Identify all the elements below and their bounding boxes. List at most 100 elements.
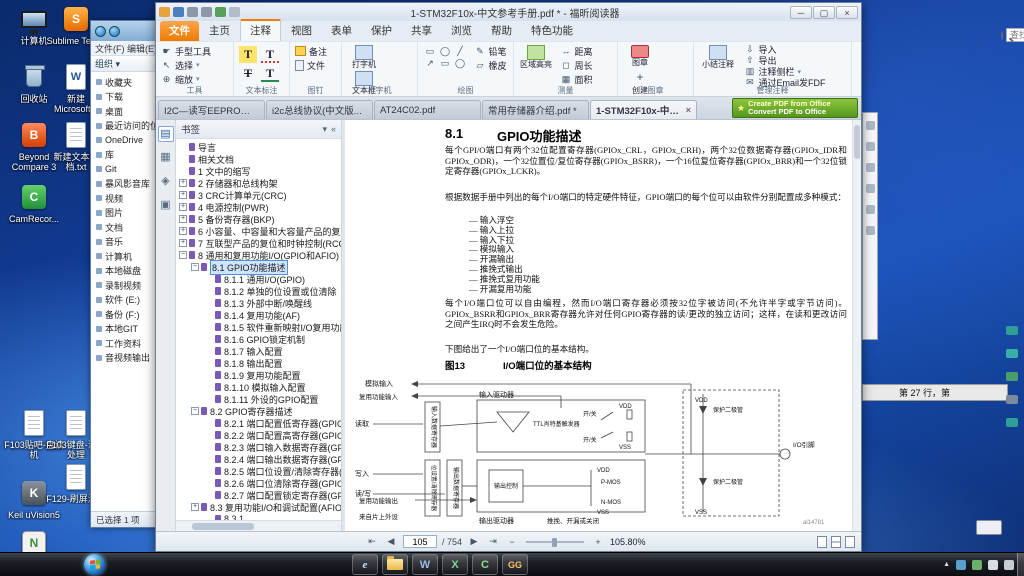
- hand-tool-button[interactable]: ☛ 手型工具: [161, 44, 228, 58]
- document-tab[interactable]: AT24C02.pdf: [374, 100, 481, 119]
- summarize-comments-button[interactable]: 小结注释: [699, 44, 737, 70]
- underline-icon[interactable]: T: [261, 65, 279, 82]
- bookmark-item[interactable]: − 8.1 GPIO功能描述: [176, 261, 341, 273]
- layers-panel-icon[interactable]: ◈: [158, 174, 174, 190]
- document-tab[interactable]: 1-STM32F10x-中文... ×: [590, 100, 697, 119]
- toolbar-icon[interactable]: [866, 184, 875, 193]
- scrollbar-thumb[interactable]: [192, 523, 254, 530]
- polygon-tool-icon[interactable]: ▭: [438, 58, 452, 69]
- collapse-panel-icon[interactable]: «: [331, 124, 336, 134]
- squiggly-underline-icon[interactable]: T: [261, 46, 279, 63]
- bookmark-item[interactable]: + 2 存储器和总线构架: [176, 177, 341, 189]
- bookmark-item[interactable]: 8.1.6 GPIO锁定机制: [176, 333, 341, 345]
- arrow-tool-icon[interactable]: ↗: [423, 58, 437, 69]
- note-button[interactable]: 备注: [295, 44, 336, 58]
- bookmark-item[interactable]: 8.2.6 端口位清除寄存器(GPIOx_BRR) (x=...: [176, 477, 341, 489]
- strikeout-icon[interactable]: T: [239, 65, 257, 82]
- eraser-button[interactable]: ▱ 橡皮: [474, 58, 506, 72]
- oval-tool-icon[interactable]: ◯: [438, 46, 452, 57]
- continuous-view-icon[interactable]: [831, 536, 841, 548]
- comments-panel-icon[interactable]: ▣: [158, 198, 174, 214]
- ime-floating-bar[interactable]: [976, 520, 1002, 535]
- ribbon-tab[interactable]: 浏览: [442, 21, 481, 41]
- expand-toggle[interactable]: +: [179, 179, 187, 187]
- network-icon[interactable]: [988, 560, 998, 570]
- open-file-icon[interactable]: [159, 7, 170, 17]
- options-icon[interactable]: ▾: [322, 124, 327, 135]
- close-button[interactable]: ×: [836, 6, 858, 19]
- ribbon-tab[interactable]: 帮助: [482, 21, 521, 41]
- ribbon-tab[interactable]: 特色功能: [522, 21, 582, 41]
- bookmark-item[interactable]: 8.1.11 外设的GPIO配置: [176, 393, 341, 405]
- bookmark-item[interactable]: + 4 电源控制(PWR): [176, 201, 341, 213]
- undo-icon[interactable]: [215, 7, 226, 17]
- redo-icon[interactable]: [229, 7, 240, 17]
- import-comments-button[interactable]: ⇩ 导入: [744, 44, 825, 55]
- toolbar-icon[interactable]: [866, 121, 875, 130]
- expand-toggle[interactable]: +: [179, 227, 187, 235]
- bookmarks-horizontal-scrollbar[interactable]: [176, 520, 341, 531]
- rectangle-tool-icon[interactable]: ▭: [423, 46, 437, 57]
- document-tab[interactable]: I2C—读写EEPROM(...: [158, 100, 265, 119]
- zoom-out-button[interactable]: −: [505, 537, 519, 547]
- file-attachment-button[interactable]: 文件: [295, 58, 336, 72]
- bookmark-item[interactable]: + 3 CRC计算单元(CRC): [176, 189, 341, 201]
- bookmark-item[interactable]: 导言: [176, 141, 341, 153]
- forward-icon[interactable]: [109, 26, 120, 37]
- zoom-percentage[interactable]: 105.80%: [610, 537, 652, 547]
- tray-icon[interactable]: [956, 560, 966, 570]
- taskbar-windows-explorer[interactable]: [382, 554, 408, 575]
- bookmark-item[interactable]: + 7 互联型产品的复位和时钟控制(RCC): [176, 237, 341, 249]
- select-tool-button[interactable]: ↖ 选择 ▾: [161, 58, 228, 72]
- toolbar-icon[interactable]: [866, 226, 875, 235]
- taskbar-internet-explorer[interactable]: e: [352, 554, 378, 575]
- back-icon[interactable]: [95, 26, 106, 37]
- taskbar-cam-recorder[interactable]: C: [472, 554, 498, 575]
- create-pdf-promo-button[interactable]: ★ Create PDF from Office Convert PDF to …: [732, 98, 858, 118]
- zoom-tool-button[interactable]: ⊕ 缩放 ▾: [161, 72, 228, 86]
- facing-view-icon[interactable]: [845, 536, 855, 548]
- bookmark-item[interactable]: 8.1.5 软件重新映射I/O复用功能: [176, 321, 341, 333]
- bookmark-item[interactable]: 8.3.1 ...: [176, 513, 341, 520]
- expand-toggle[interactable]: −: [179, 251, 187, 259]
- bookmark-item[interactable]: 8.1.8 输出配置: [176, 357, 341, 369]
- area-highlight-button[interactable]: 区域高亮: [519, 44, 553, 70]
- tray-icon[interactable]: [972, 560, 982, 570]
- bookmark-item[interactable]: 8.1.4 复用功能(AF): [176, 309, 341, 321]
- taskbar-excel[interactable]: X: [442, 554, 468, 575]
- bookmark-item[interactable]: 8.2.1 端口配置低寄存器(GPIOx_CRL) (x=...: [176, 417, 341, 429]
- zoom-slider[interactable]: [526, 541, 584, 543]
- page-thumbnails-icon[interactable]: ▦: [158, 150, 174, 166]
- bookmark-item[interactable]: 8.2.7 端口配置锁定寄存器(GPIOx_LCKR) (...: [176, 489, 341, 501]
- last-page-button[interactable]: ⇥: [486, 536, 500, 547]
- bookmark-item[interactable]: 8.1.2 单独的位设置或位清除: [176, 285, 341, 297]
- expand-toggle[interactable]: −: [191, 263, 199, 271]
- ribbon-tab[interactable]: 主页: [200, 21, 239, 41]
- scrollbar-thumb[interactable]: [854, 125, 860, 159]
- toolbar-icon[interactable]: [866, 205, 875, 214]
- distance-button[interactable]: ↔ 距离: [560, 44, 592, 58]
- pencil-button[interactable]: ✎ 铅笔: [474, 44, 506, 58]
- bookmarks-panel-icon[interactable]: ▤: [158, 126, 174, 142]
- bookmark-item[interactable]: 8.2.5 端口位设置/清除寄存器(GPIOx_BSR...: [176, 465, 341, 477]
- expand-toggle[interactable]: +: [191, 503, 199, 511]
- bookmark-item[interactable]: 8.1.3 外部中断/唤醒线: [176, 297, 341, 309]
- next-page-button[interactable]: ▶: [467, 536, 481, 547]
- bookmark-item[interactable]: 8.2.2 端口配置高寄存器(GPIOx_CRH) (x=...: [176, 429, 341, 441]
- vertical-scrollbar[interactable]: [852, 120, 861, 531]
- save-icon[interactable]: [173, 7, 184, 17]
- bookmark-item[interactable]: 8.1.7 输入配置: [176, 345, 341, 357]
- expand-toggle[interactable]: +: [179, 191, 187, 199]
- expand-toggle[interactable]: +: [179, 203, 187, 211]
- bookmark-item[interactable]: − 8.2 GPIO寄存器描述: [176, 405, 341, 417]
- bookmark-item[interactable]: 1 文中的缩写: [176, 165, 341, 177]
- bookmark-item[interactable]: 8.1.1 通用I/O(GPIO): [176, 273, 341, 285]
- bookmark-item[interactable]: 相关文档: [176, 153, 341, 165]
- ribbon-tab[interactable]: 注释: [240, 19, 281, 41]
- pdf-page[interactable]: 8.1 GPIO功能描述 每个GPI/O端口有两个32位配置寄存器(GPIOx_…: [345, 120, 852, 531]
- bookmark-item[interactable]: 8.1.10 模拟输入配置: [176, 381, 341, 393]
- ribbon-tab[interactable]: 保护: [362, 21, 401, 41]
- ribbon-tab[interactable]: 表单: [322, 21, 361, 41]
- document-tab[interactable]: i2c总线协议(中文版...: [266, 100, 373, 119]
- start-button[interactable]: [84, 554, 105, 575]
